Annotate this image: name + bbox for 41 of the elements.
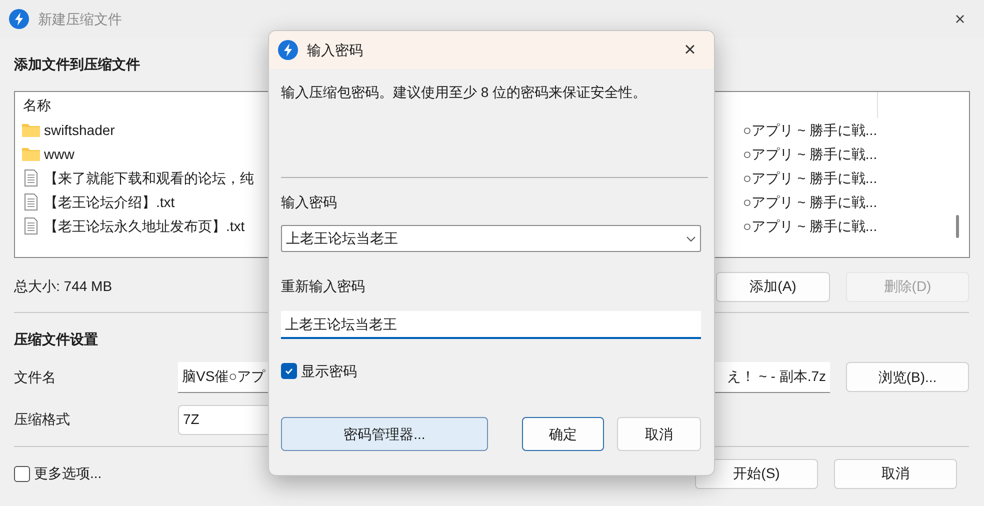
column-header[interactable]: 名称: [23, 94, 263, 116]
browse-button[interactable]: 浏览(B)...: [846, 362, 969, 392]
app-logo-icon: [278, 40, 298, 60]
table-cell-text: ○アプリ ~ 勝手に戦...: [743, 192, 878, 212]
total-size: 总大小: 744 MB: [14, 278, 112, 294]
section-heading: 压缩文件设置: [14, 330, 99, 349]
confirm-password-field[interactable]: 上老王论坛当老王: [281, 311, 701, 339]
window-title: 新建压缩文件: [38, 10, 122, 28]
close-button[interactable]: ×: [675, 35, 705, 65]
dialog-button[interactable]: 取消: [617, 417, 701, 451]
document-icon: [24, 193, 38, 211]
checkbox[interactable]: [14, 466, 30, 482]
dialog-button[interactable]: 密码管理器...: [281, 417, 488, 451]
document-icon: [24, 217, 38, 235]
chevron-down-icon: [686, 236, 696, 242]
dialog-title: 输入密码: [307, 40, 363, 60]
checkbox-label[interactable]: 更多选项...: [34, 463, 102, 484]
table-cell-text: ○アプリ ~ 勝手に戦...: [743, 216, 878, 236]
app-logo-icon: [9, 9, 29, 29]
table-cell-text: ○アプリ ~ 勝手に戦...: [743, 144, 878, 164]
footer-button[interactable]: 开始(S): [695, 458, 818, 488]
checkbox-label[interactable]: 显示密码: [301, 360, 357, 382]
list-action-button[interactable]: 添加(A): [716, 272, 830, 302]
checkmark-icon: [284, 366, 294, 376]
folder-icon: [21, 122, 41, 138]
document-icon: [24, 169, 38, 187]
footer-button[interactable]: 取消: [834, 458, 957, 488]
table-cell-text: ○アプリ ~ 勝手に戦...: [743, 120, 878, 140]
checkbox[interactable]: [281, 363, 297, 379]
close-button[interactable]: ×: [945, 6, 975, 32]
scrollbar-thumb[interactable]: [956, 215, 959, 238]
password-combobox[interactable]: 上老王论坛当老王: [281, 225, 701, 252]
dialog-message: 输入压缩包密码。建议使用至少 8 位的密码来保证安全性。: [281, 83, 648, 102]
dialog-button[interactable]: 确定: [522, 417, 604, 451]
section-heading: 添加文件到压缩文件: [14, 55, 141, 74]
folder-icon: [21, 146, 41, 162]
field-label: 压缩格式: [14, 410, 71, 429]
field-label: 输入密码: [281, 193, 338, 212]
table-cell-text: ○アプリ ~ 勝手に戦...: [743, 168, 878, 188]
field-label: 重新输入密码: [281, 277, 366, 296]
field-label: 文件名: [14, 368, 57, 386]
